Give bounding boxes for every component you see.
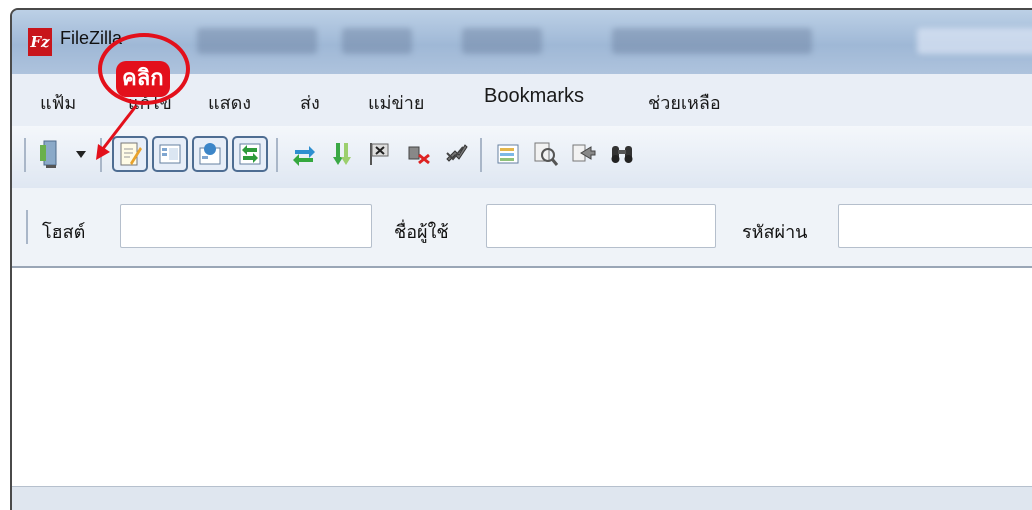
annotation-label: คลิก	[116, 61, 170, 97]
